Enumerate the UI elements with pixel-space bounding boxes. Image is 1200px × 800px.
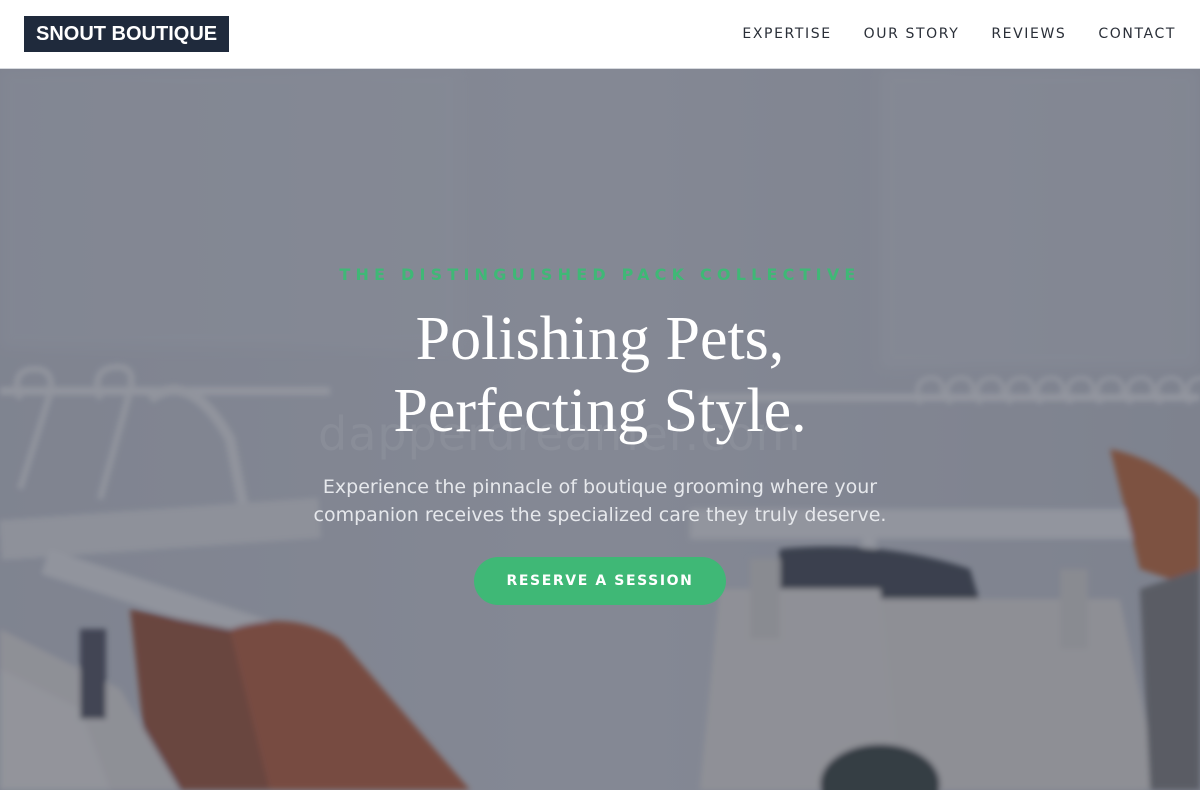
nav-link-our-story[interactable]: OUR STORY <box>864 26 960 42</box>
page-bottom-strip <box>0 790 1200 800</box>
hero-headline: Polishing Pets, Perfecting Style. <box>0 303 1200 447</box>
headline-line-2: Perfecting Style. <box>393 377 807 445</box>
hero-subtext: Experience the pinnacle of boutique groo… <box>313 476 887 526</box>
nav-link-contact[interactable]: CONTACT <box>1098 26 1176 42</box>
site-header: SNOUT BOUTIQUE EXPERTISE OUR STORY REVIE… <box>0 0 1200 69</box>
brand-logo[interactable]: SNOUT BOUTIQUE <box>24 16 230 52</box>
hero-section: dapperdreamer.com THE DISTINGUISHED PACK… <box>0 69 1200 790</box>
hero-eyebrow: THE DISTINGUISHED PACK COLLECTIVE <box>339 265 861 284</box>
reserve-session-button[interactable]: RESERVE A SESSION <box>474 557 726 605</box>
headline-line-1: Polishing Pets, <box>415 305 785 373</box>
main-nav: EXPERTISE OUR STORY REVIEWS CONTACT <box>742 26 1176 42</box>
nav-link-expertise[interactable]: EXPERTISE <box>742 26 831 42</box>
hero-content: THE DISTINGUISHED PACK COLLECTIVE Polish… <box>0 69 1200 790</box>
nav-link-reviews[interactable]: REVIEWS <box>991 26 1066 42</box>
